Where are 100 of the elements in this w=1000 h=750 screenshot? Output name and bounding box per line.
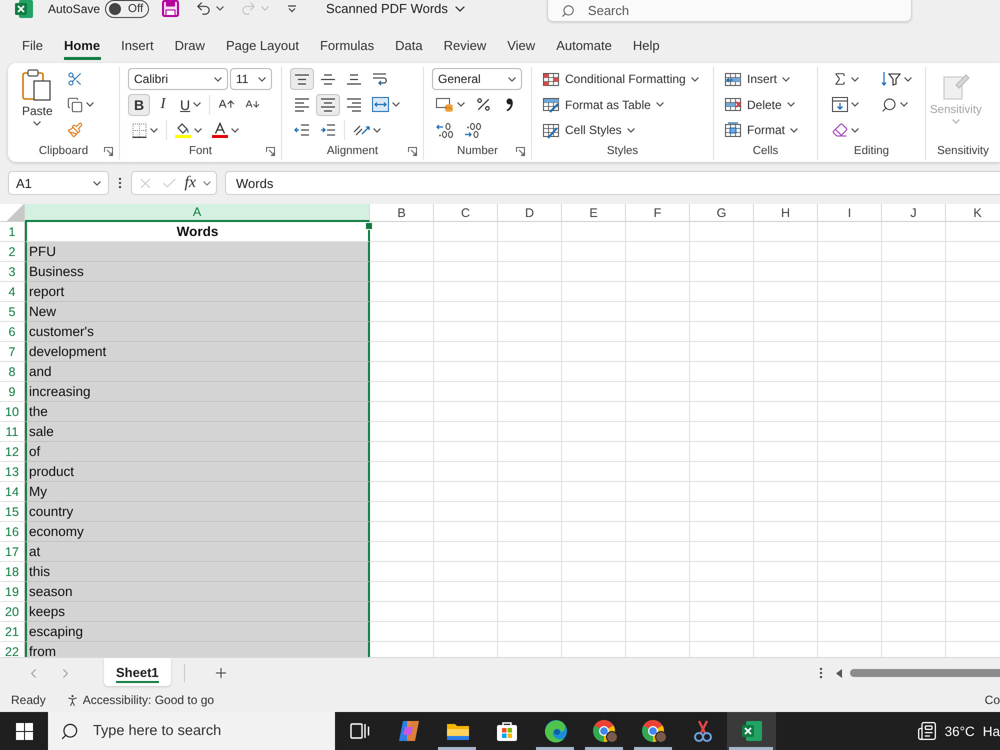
cells-menu-button[interactable]: Delete <box>722 92 800 116</box>
sheet-cell[interactable]: Business <box>25 262 370 282</box>
horizontal-align-button[interactable] <box>316 94 340 116</box>
dialog-launcher-icon[interactable] <box>266 146 275 156</box>
caret-icon <box>231 128 239 132</box>
sheet-cell[interactable]: customer's <box>25 322 370 342</box>
column-header[interactable]: E <box>562 204 626 222</box>
shopping-bag-icon <box>496 720 518 742</box>
ribbon-tab[interactable]: Draw <box>164 31 216 60</box>
undo-button[interactable] <box>195 0 224 17</box>
scissors-icon <box>66 71 83 87</box>
sheet-cell[interactable]: season <box>25 582 370 602</box>
dialog-launcher-icon[interactable] <box>104 146 113 156</box>
column-header[interactable]: J <box>882 204 946 222</box>
formula-input[interactable]: Words <box>225 171 1000 195</box>
sheet-cell[interactable]: from <box>25 642 370 657</box>
ribbon-tab[interactable]: Help <box>622 31 670 60</box>
search-field[interactable]: Search <box>546 0 912 22</box>
sheet-cell[interactable]: PFU <box>25 242 370 262</box>
sheet-cell[interactable]: this <box>25 562 370 582</box>
sheet-cell[interactable]: keeps <box>25 602 370 622</box>
ribbon-tab[interactable]: Formulas <box>309 31 385 60</box>
sheet-cell[interactable]: Words <box>25 222 370 242</box>
save-button[interactable] <box>162 0 180 17</box>
dialog-launcher-icon[interactable] <box>408 146 417 156</box>
ribbon-tab[interactable]: Review <box>433 31 497 60</box>
accessibility-status[interactable]: Accessibility: Good to go <box>64 692 214 708</box>
sheet-cell[interactable]: sale <box>25 422 370 442</box>
column-header[interactable]: G <box>690 204 754 222</box>
group-label: Styles <box>606 145 638 157</box>
copy-icon <box>66 96 83 112</box>
styles-menu-button[interactable]: Cell Styles <box>540 118 701 142</box>
sheet-cell[interactable]: development <box>25 342 370 362</box>
underline-button[interactable]: U <box>176 94 206 116</box>
ribbon-tab[interactable]: Insert <box>110 31 164 60</box>
money-icon <box>436 97 454 112</box>
sheet-cell[interactable]: of <box>25 442 370 462</box>
bold-button[interactable]: B <box>128 94 150 116</box>
ribbon-tab[interactable]: Automate <box>546 31 622 60</box>
dialog-launcher-icon[interactable] <box>516 146 525 156</box>
caret-icon <box>690 76 699 82</box>
ribbon-tab[interactable]: File <box>12 31 54 60</box>
name-box[interactable]: A1 <box>8 171 109 195</box>
autosave-toggle[interactable]: Off <box>105 0 150 18</box>
customize-toolbar-icon[interactable] <box>287 4 298 12</box>
sheet-cell[interactable]: and <box>25 362 370 382</box>
sheet-cell[interactable]: My <box>25 482 370 502</box>
weather-text[interactable]: Ha <box>982 724 1000 738</box>
caret-icon <box>93 180 101 186</box>
column-header[interactable]: H <box>754 204 818 222</box>
sheet-cell[interactable]: increasing <box>25 382 370 402</box>
column-header[interactable]: A <box>25 204 370 222</box>
fill-handle[interactable] <box>365 222 373 230</box>
italic-button[interactable]: I <box>152 94 174 116</box>
taskbar-search-field[interactable]: Type here to search <box>48 712 335 750</box>
sheet-cell[interactable]: New <box>25 302 370 322</box>
save-icon <box>162 0 180 17</box>
scroll-left-icon[interactable] <box>836 668 842 678</box>
ribbon-tab[interactable]: Data <box>384 31 434 60</box>
task-view-icon <box>350 722 370 740</box>
styles-menu-button[interactable]: Format as Table <box>540 92 701 116</box>
caret-icon <box>193 102 202 107</box>
caret-icon <box>258 76 266 82</box>
column-header[interactable]: C <box>434 204 498 222</box>
weather-temperature[interactable]: 36°C <box>944 724 975 738</box>
number-format-dropdown[interactable]: General <box>432 68 522 90</box>
column-header[interactable]: B <box>370 204 434 222</box>
sheet-cell[interactable]: product <box>25 462 370 482</box>
ribbon-tab[interactable]: Page Layout <box>215 31 310 60</box>
caret-icon <box>900 102 908 107</box>
column-header[interactable]: F <box>626 204 690 222</box>
scrollbar-thumb[interactable] <box>850 669 1000 677</box>
sheet-cell[interactable]: escaping <box>25 622 370 642</box>
document-title[interactable]: Scanned PDF Words <box>326 0 465 17</box>
paste-button[interactable]: Paste <box>20 67 55 142</box>
sheet-cell[interactable]: at <box>25 542 370 562</box>
chevron-down-icon <box>454 6 465 12</box>
styles-menu-button[interactable]: Conditional Formatting <box>540 67 701 91</box>
cells-menu-button[interactable]: Insert <box>722 67 800 91</box>
sheet-cell[interactable]: report <box>25 282 370 302</box>
search-icon <box>881 96 897 112</box>
delete-cells-icon <box>724 96 742 113</box>
font-name-dropdown[interactable]: Calibri <box>128 68 228 90</box>
caret-icon <box>373 128 381 132</box>
column-header[interactable]: D <box>498 204 562 222</box>
autosave-label: AutoSave <box>48 2 100 16</box>
ribbon-tab[interactable]: View <box>496 31 546 60</box>
sheet-cell[interactable]: economy <box>25 522 370 542</box>
caret-icon <box>214 76 222 82</box>
insert-function-button[interactable]: fx <box>184 174 196 192</box>
column-header[interactable]: I <box>818 204 882 222</box>
font-size-dropdown[interactable]: 11 <box>230 68 272 90</box>
news-widget-icon[interactable] <box>916 721 937 741</box>
caret-icon <box>202 180 211 186</box>
align-right-icon <box>346 98 362 112</box>
sheet-cell[interactable]: the <box>25 402 370 422</box>
vertical-align-button[interactable] <box>290 68 314 90</box>
sheet-tab[interactable]: Sheet1 <box>104 658 171 686</box>
sheet-cell[interactable]: country <box>25 502 370 522</box>
cells-menu-button[interactable]: Format <box>722 118 800 142</box>
